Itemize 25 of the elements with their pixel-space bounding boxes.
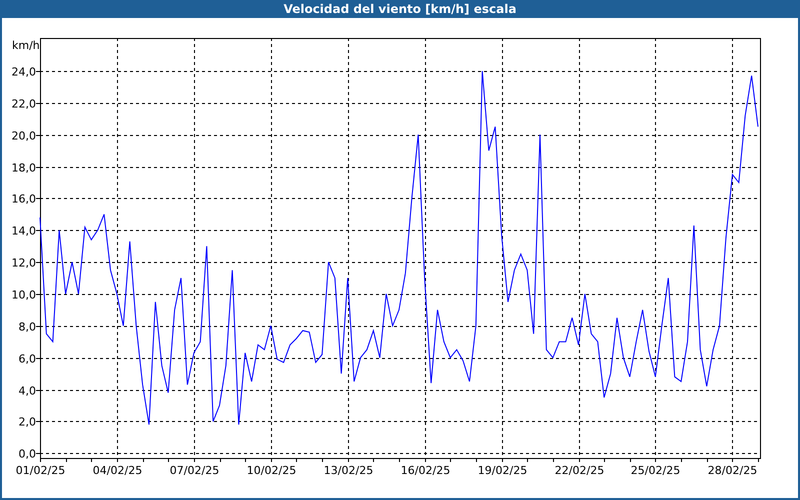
x-axis-label: 07/02/25 (170, 464, 220, 477)
y-axis-label: 22,0 (12, 98, 36, 110)
y-axis-unit: km/h (12, 39, 40, 52)
x-axis-label: 10/02/25 (246, 464, 296, 477)
y-axis-label: 14,0 (12, 224, 36, 238)
y-axis-label: 4,0 (18, 384, 36, 398)
x-axis-label: 13/02/25 (324, 464, 374, 477)
y-axis-label: 16,0 (12, 192, 36, 206)
y-axis-label: 8,0 (18, 320, 36, 334)
y-axis-label: 10,0 (12, 288, 36, 302)
x-axis-label: 04/02/25 (92, 464, 142, 477)
window-title: Velocidad del viento [km/h] escala (284, 1, 516, 18)
x-axis-label: 19/02/25 (478, 464, 528, 477)
y-axis-label: 24,0 (12, 66, 36, 78)
x-axis-label: 28/02/25 (708, 464, 758, 477)
x-axis-label: 25/02/25 (630, 464, 680, 477)
y-axis-label: 20,0 (12, 130, 36, 142)
y-axis-label: 6,0 (18, 352, 36, 366)
y-axis-label: 2,0 (18, 416, 36, 428)
y-axis-label: 18,0 (12, 162, 36, 174)
x-axis-label: 16/02/25 (400, 464, 450, 477)
x-axis-label: 01/02/25 (16, 464, 66, 477)
y-axis-label: 0,0 (18, 448, 36, 460)
y-axis-label: 12,0 (12, 256, 36, 270)
x-axis-label: 22/02/25 (554, 464, 604, 477)
